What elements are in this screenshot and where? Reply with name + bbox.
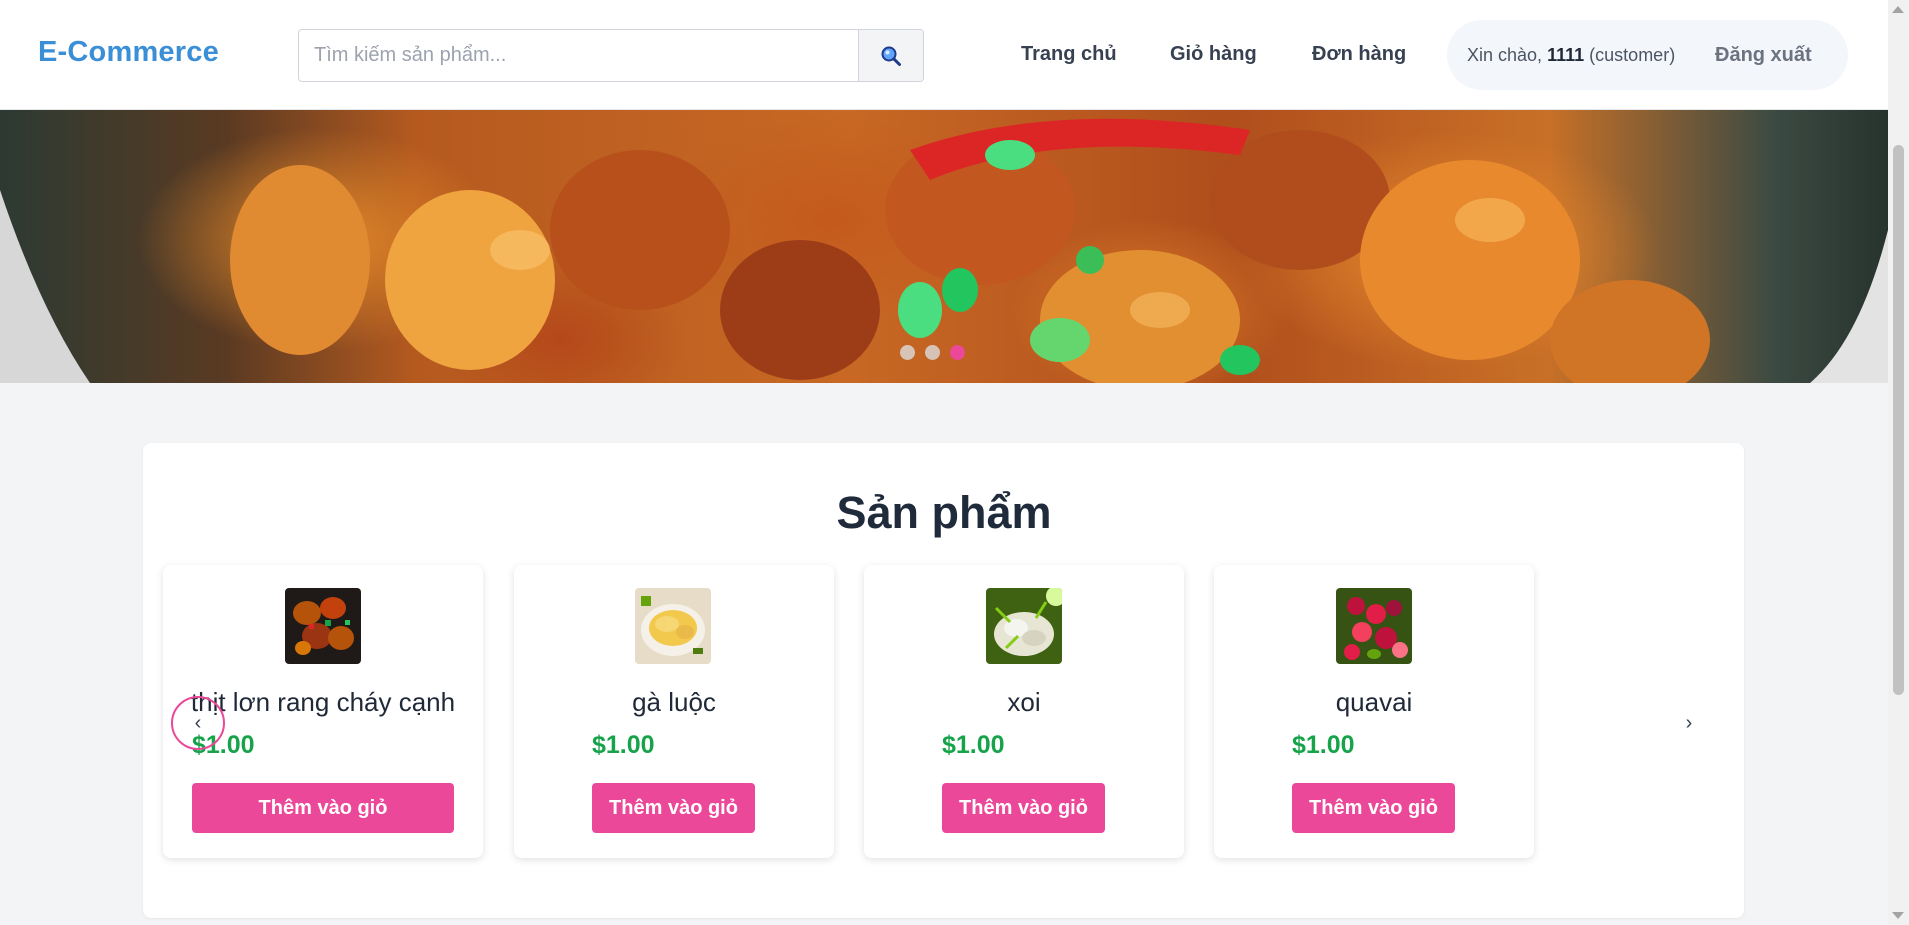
search-icon: [881, 46, 901, 66]
product-name[interactable]: xoi: [864, 687, 1184, 718]
product-image: [1336, 588, 1412, 664]
user-greeting: Xin chào, 1111 (customer): [1467, 45, 1675, 66]
carousel-dot-1[interactable]: [900, 345, 915, 360]
top-navbar: E-Commerce Trang chủ Giỏ hàng Đơn hàng X…: [0, 0, 1888, 110]
scroll-down-icon[interactable]: [1892, 912, 1904, 919]
chevron-left-icon: ‹: [194, 711, 202, 734]
nav-home-link[interactable]: Trang chủ: [1021, 43, 1117, 66]
nav-orders-link[interactable]: Đơn hàng: [1312, 43, 1406, 66]
product-image: [635, 588, 711, 664]
username: 1111: [1547, 44, 1585, 65]
chevron-right-icon: ›: [1685, 711, 1693, 734]
greeting-prefix: Xin chào,: [1467, 44, 1543, 65]
product-price: $1.00: [1292, 731, 1355, 759]
product-card: gà luộc $1.00 Thêm vào giỏ: [514, 565, 834, 858]
lychee-image: [1336, 588, 1412, 664]
search-bar: [298, 29, 924, 82]
braised-pork-image: [285, 588, 361, 664]
product-price: $1.00: [942, 731, 1005, 759]
scroll-up-icon[interactable]: [1892, 6, 1904, 13]
add-to-cart-button[interactable]: Thêm vào giỏ: [192, 783, 454, 833]
logout-link[interactable]: Đăng xuất: [1715, 44, 1812, 67]
nav-cart-link[interactable]: Giỏ hàng: [1170, 43, 1257, 66]
boiled-chicken-image: [635, 588, 711, 664]
carousel-prev-button[interactable]: ‹: [171, 696, 225, 750]
product-name[interactable]: quavai: [1214, 687, 1534, 718]
carousel-dot-3[interactable]: [950, 345, 965, 360]
add-to-cart-button[interactable]: Thêm vào giỏ: [592, 783, 755, 833]
carousel-dot-2[interactable]: [925, 345, 940, 360]
carousel-next-button[interactable]: ›: [1662, 696, 1716, 750]
hero-image: [0, 118, 1888, 383]
products-title: Sản phẩm: [836, 487, 1052, 538]
scrollbar-thumb[interactable]: [1893, 145, 1904, 695]
product-card: quavai $1.00 Thêm vào giỏ: [1214, 565, 1534, 858]
add-to-cart-button[interactable]: Thêm vào giỏ: [1292, 783, 1455, 833]
user-role: (customer): [1589, 44, 1676, 65]
search-button[interactable]: [858, 30, 923, 81]
product-price: $1.00: [592, 731, 655, 759]
user-menu: Xin chào, 1111 (customer) Đăng xuất: [1447, 20, 1848, 90]
sticky-rice-image: [986, 588, 1062, 664]
product-name[interactable]: gà luộc: [514, 687, 834, 718]
site-logo[interactable]: E-Commerce: [38, 36, 219, 69]
product-image: [285, 588, 361, 664]
product-card: xoi $1.00 Thêm vào giỏ: [864, 565, 1184, 858]
page-scrollbar[interactable]: [1888, 0, 1909, 925]
hero-banner: [0, 110, 1888, 383]
add-to-cart-button[interactable]: Thêm vào giỏ: [942, 783, 1105, 833]
carousel-dots: [900, 345, 965, 360]
product-image: [986, 588, 1062, 664]
search-input[interactable]: [299, 30, 858, 81]
